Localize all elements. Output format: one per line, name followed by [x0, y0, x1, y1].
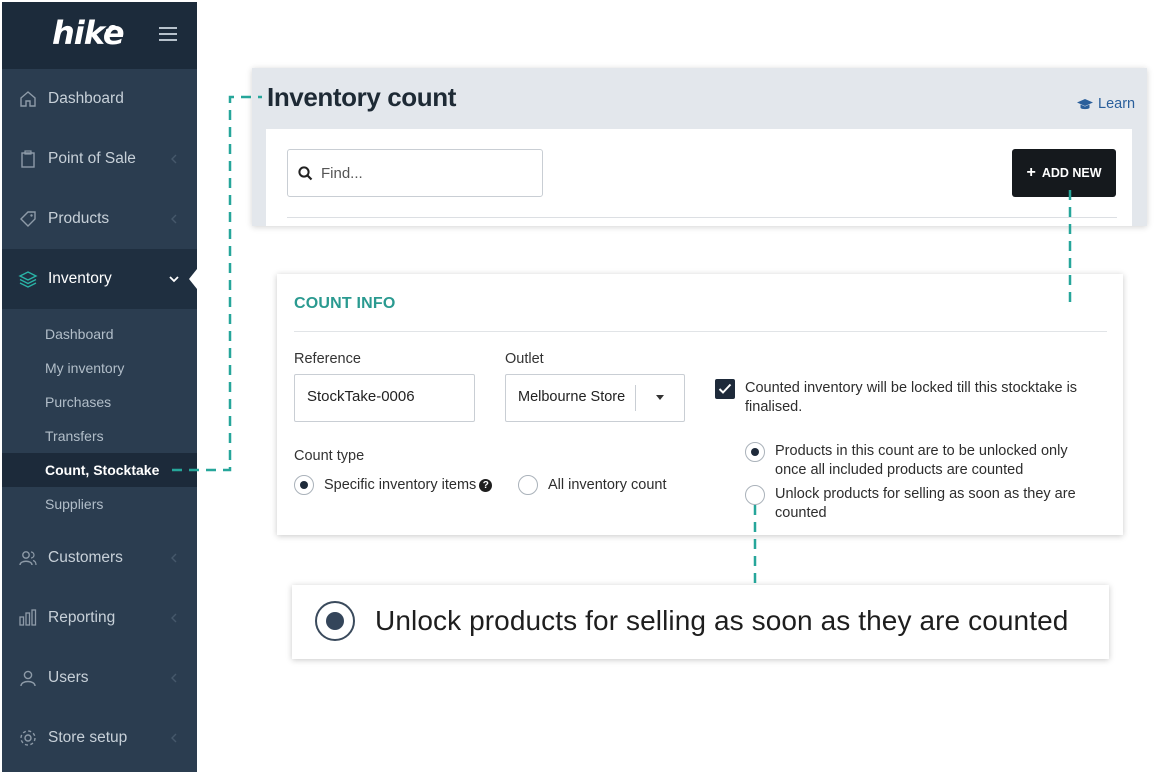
- select-separator: [635, 385, 636, 411]
- sidebar-item-label: Users: [48, 669, 89, 686]
- chevron-left-icon: [171, 673, 177, 683]
- outlet-selected-value: Melbourne Store: [518, 389, 626, 405]
- reference-field[interactable]: [294, 374, 475, 422]
- count-info-title: COUNT INFO: [294, 295, 396, 312]
- sidebar-item-users[interactable]: Users: [2, 648, 197, 708]
- sidebar-item-label: Store setup: [48, 729, 128, 746]
- divider: [294, 331, 1107, 332]
- count-type-all-radio[interactable]: [518, 475, 538, 495]
- sidebar-item-store-setup[interactable]: Store setup: [2, 708, 197, 768]
- subnav-label: Count, Stocktake: [45, 462, 160, 478]
- search-icon: [298, 166, 313, 181]
- count-type-label: Count type: [294, 448, 365, 464]
- reference-input[interactable]: [307, 388, 457, 405]
- gear-icon: [20, 730, 36, 746]
- sidebar-item-label: Dashboard: [48, 90, 124, 107]
- users-icon: [19, 551, 37, 566]
- tag-icon: [20, 211, 36, 227]
- learn-link[interactable]: Learn: [1077, 96, 1135, 112]
- hamburger-icon[interactable]: [159, 27, 177, 41]
- layers-icon: [18, 271, 38, 288]
- subnav-item-my-inventory[interactable]: My inventory: [2, 351, 197, 385]
- chevron-left-icon: [171, 214, 177, 224]
- unlock-as-counted-radio[interactable]: [745, 485, 765, 505]
- reference-label: Reference: [294, 351, 361, 367]
- brand-bar: hike: [2, 2, 197, 69]
- unlock-after-all-counted-label[interactable]: Products in this count are to be unlocke…: [775, 442, 1095, 480]
- add-new-label: ADD NEW: [1041, 166, 1102, 180]
- inventory-submenu: Dashboard My inventory Purchases Transfe…: [2, 309, 197, 519]
- sidebar-item-point-of-sale[interactable]: Point of Sale: [2, 129, 197, 189]
- subnav-item-suppliers[interactable]: Suppliers: [2, 487, 197, 521]
- outlet-label: Outlet: [505, 351, 544, 367]
- option-label: Specific inventory items: [324, 477, 477, 493]
- subnav-item-dashboard[interactable]: Dashboard: [2, 317, 197, 351]
- sidebar-item-customers[interactable]: Customers: [2, 528, 197, 588]
- count-info-panel: COUNT INFO Reference Outlet Melbourne St…: [277, 274, 1123, 535]
- learn-label: Learn: [1098, 96, 1136, 112]
- caret-down-icon: [656, 395, 664, 400]
- count-type-specific-radio[interactable]: [294, 475, 314, 495]
- cloud-icon: [106, 25, 120, 36]
- bar-chart-icon: [19, 609, 37, 626]
- graduation-cap-icon: [1077, 98, 1093, 109]
- lock-inventory-label: Counted inventory will be locked till th…: [745, 380, 1078, 415]
- user-icon: [20, 670, 36, 687]
- callout-text: Unlock products for selling as soon as t…: [375, 605, 1069, 636]
- callout-radio[interactable]: [315, 601, 355, 641]
- question-circle-icon[interactable]: ?: [479, 479, 493, 492]
- outlet-select[interactable]: Melbourne Store: [505, 374, 685, 422]
- sidebar-item-label: Customers: [48, 549, 123, 566]
- sidebar-item-label: Point of Sale: [48, 150, 136, 167]
- subnav-item-purchases[interactable]: Purchases: [2, 385, 197, 419]
- subnav-label: My inventory: [45, 360, 125, 376]
- hike-logo[interactable]: hike: [52, 14, 125, 52]
- count-type-specific-option[interactable]: Specific inventory items?: [324, 476, 493, 495]
- page-title: Inventory count: [267, 82, 457, 112]
- subnav-label: Purchases: [45, 394, 112, 410]
- sidebar-item-dashboard[interactable]: Dashboard: [2, 69, 197, 129]
- inventory-count-header: Inventory count Learn + ADD NEW: [252, 68, 1147, 226]
- chevron-left-icon: [171, 733, 177, 743]
- chevron-left-icon: [171, 553, 177, 563]
- subnav-label: Suppliers: [45, 496, 104, 512]
- chevron-left-icon: [171, 154, 177, 164]
- clipboard-icon: [21, 150, 35, 168]
- add-new-button[interactable]: + ADD NEW: [1012, 149, 1116, 197]
- lock-inventory-checkbox[interactable]: [715, 379, 735, 399]
- check-icon: [718, 383, 732, 394]
- unlock-after-all-counted-radio[interactable]: [745, 442, 765, 462]
- divider: [287, 217, 1117, 218]
- subnav-label: Dashboard: [45, 326, 114, 342]
- sidebar-item-reporting[interactable]: Reporting: [2, 588, 197, 648]
- sidebar-item-inventory[interactable]: Inventory: [2, 249, 197, 309]
- sidebar: hike Dashboard Point of Sale Products In…: [2, 2, 197, 772]
- sidebar-item-label: Inventory: [48, 270, 112, 287]
- zoomed-option-callout: Unlock products for selling as soon as t…: [292, 585, 1109, 659]
- search-input[interactable]: [321, 162, 531, 184]
- sidebar-item-products[interactable]: Products: [2, 189, 197, 249]
- chevron-down-icon: [169, 276, 179, 283]
- subnav-label: Transfers: [45, 428, 104, 444]
- sidebar-item-label: Reporting: [48, 609, 116, 626]
- search-box[interactable]: [287, 149, 543, 197]
- subnav-item-count-stocktake[interactable]: Count, Stocktake: [2, 453, 197, 487]
- count-type-all-label[interactable]: All inventory count: [548, 476, 666, 495]
- unlock-as-counted-label[interactable]: Unlock products for selling as soon as t…: [775, 485, 1095, 523]
- toolbar-card: + ADD NEW: [266, 129, 1132, 226]
- sidebar-item-label: Products: [48, 210, 110, 227]
- chevron-left-icon: [171, 613, 177, 623]
- plus-icon: +: [1026, 164, 1036, 181]
- subnav-item-transfers[interactable]: Transfers: [2, 419, 197, 453]
- home-icon: [20, 91, 36, 107]
